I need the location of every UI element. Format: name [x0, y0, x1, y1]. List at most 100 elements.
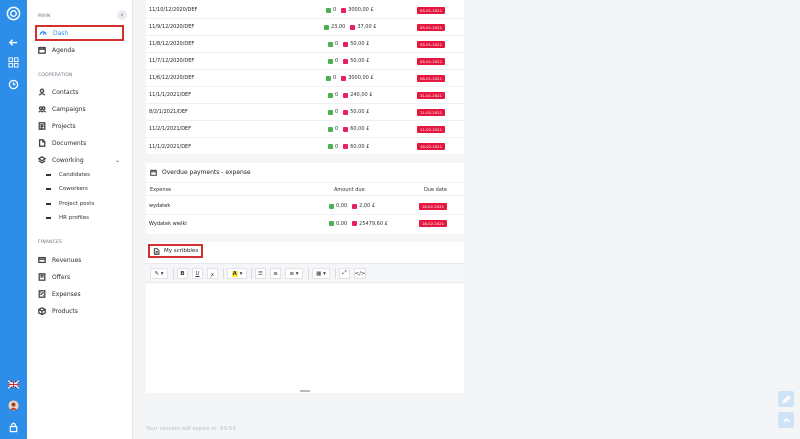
- table-row[interactable]: 11/10/12/2020/DEF 0 3000,00 £ 05-01-2021: [146, 2, 464, 19]
- uk-flag-icon[interactable]: [6, 377, 21, 392]
- sidebar-item-documents[interactable]: Documents: [36, 136, 124, 150]
- underline-button[interactable]: U: [192, 268, 203, 279]
- sidebar-item-products[interactable]: Products: [36, 304, 124, 318]
- sidebar-item-expenses[interactable]: Expenses: [36, 287, 124, 301]
- sidebar-item-offers[interactable]: Offers: [36, 270, 124, 284]
- campaigns-icon: [38, 106, 46, 113]
- note-icon: [153, 247, 160, 255]
- sidebar-item-label: Revenues: [52, 256, 82, 264]
- sidebar-item-label: Coworkers: [59, 186, 88, 192]
- magic-style-button[interactable]: ✎ ▾: [150, 268, 168, 279]
- revenues-icon: [38, 256, 46, 264]
- dashboard-gauge-icon: [39, 31, 47, 35]
- sidebar-item-label: Offers: [52, 273, 71, 281]
- sidebar-item-contacts[interactable]: Contacts: [36, 85, 124, 99]
- table-row[interactable]: 11/9/12/2020/DEF 23,00 37,00 £ 05-01-2021: [146, 19, 464, 36]
- sidebar-item-label: Expenses: [52, 290, 81, 298]
- scribbles-card: My scribbles ✎ ▾ B U ꭗ A ▾ ☰ ≡ ≡ ▾ ▦ ▾ ⤢…: [146, 242, 464, 393]
- due-date-badge: 11-02-2021: [417, 125, 445, 133]
- clear-format-button[interactable]: ꭗ: [207, 268, 218, 279]
- table-button[interactable]: ▦ ▾: [312, 268, 330, 279]
- session-timer: Your session will expire in: 59:53: [146, 426, 236, 432]
- icon-rail: [0, 0, 27, 439]
- documents-icon: [38, 139, 46, 147]
- back-arrow-icon[interactable]: [6, 35, 21, 50]
- edit-float-button[interactable]: [778, 391, 794, 407]
- edit-icon: [782, 394, 791, 403]
- chevron-down-icon: ⌄: [114, 156, 120, 164]
- table-row[interactable]: 11/1/2/2021/DEF 0 60,00 £ 18-02-2021: [146, 138, 464, 155]
- due-date-badge: 05-01-2021: [417, 6, 445, 14]
- table-row[interactable]: 11/2/1/2021/DEF 0 60,00 £ 11-02-2021: [146, 121, 464, 138]
- sidebar-item-campaigns[interactable]: Campaigns: [36, 102, 124, 116]
- sidebar-subitem-hr-profiles[interactable]: HR profiles: [46, 215, 89, 221]
- code-view-button[interactable]: </>: [354, 268, 366, 279]
- section-title-main: MAIN: [38, 14, 51, 19]
- payments-income-card: 11/10/12/2020/DEF 0 3000,00 £ 05-01-2021 …: [146, 0, 464, 154]
- bold-button[interactable]: B: [177, 268, 188, 279]
- chevron-up-icon: [782, 417, 790, 422]
- table-row[interactable]: 11/8/12/2020/DEF 0 50,00 £ 05-01-2021: [146, 36, 464, 53]
- editor-toolbar: ✎ ▾ B U ꭗ A ▾ ☰ ≡ ≡ ▾ ▦ ▾ ⤢ </>: [146, 263, 464, 283]
- sidebar-item-dash[interactable]: Dash: [35, 25, 124, 41]
- lock-icon[interactable]: [6, 420, 21, 435]
- calendar-icon: [150, 169, 157, 176]
- section-title-finances: FINANCES: [38, 240, 63, 245]
- section-title-cooperation: COOPERATION: [38, 73, 73, 78]
- contacts-icon: [38, 88, 46, 96]
- table-row[interactable]: wydatek 0,00 2,00 £ 18-02-2021: [146, 198, 464, 215]
- due-date-badge: 05-01-2021: [417, 57, 445, 65]
- card-title: Overdue payments - expense: [150, 169, 251, 176]
- sidebar-item-coworking[interactable]: Coworking ⌄: [36, 153, 124, 167]
- sidebar-item-revenues[interactable]: Revenues: [36, 253, 124, 267]
- due-date-badge: 18-02-2021: [419, 202, 447, 210]
- sidebar-item-agenda[interactable]: Agenda: [36, 43, 124, 57]
- avatar[interactable]: [6, 398, 21, 413]
- sidebar-item-label: HR profiles: [59, 215, 89, 221]
- due-date-badge: 31-01-2021: [417, 91, 445, 99]
- sidebar-item-label: Campaigns: [52, 105, 86, 113]
- table-row[interactable]: 11/7/12/2020/DEF 0 50,00 £ 05-01-2021: [146, 53, 464, 70]
- scroll-top-button[interactable]: [778, 412, 794, 428]
- calendar-icon: [38, 46, 46, 54]
- scribbles-editor[interactable]: [146, 283, 464, 387]
- collapse-sidebar-button[interactable]: ‹: [117, 10, 127, 20]
- table-header: Expense Amount due Due date: [146, 182, 464, 196]
- due-date-badge: 11-02-2021: [417, 108, 445, 116]
- sidebar-subitem-candidates[interactable]: Candidates: [46, 172, 90, 178]
- sidebar-subitem-coworkers[interactable]: Coworkers: [46, 186, 88, 192]
- due-date-badge: 05-01-2021: [417, 23, 445, 31]
- resize-handle[interactable]: [300, 390, 310, 392]
- logo-icon[interactable]: [5, 5, 21, 21]
- overdue-expense-card: Overdue payments - expense Expense Amoun…: [146, 163, 464, 234]
- numbered-list-button[interactable]: ≡: [270, 268, 281, 279]
- expenses-icon: [38, 290, 46, 298]
- due-date-badge: 18-02-2021: [419, 220, 447, 227]
- text-color-button[interactable]: A ▾: [227, 268, 247, 279]
- offers-icon: [38, 273, 46, 281]
- sidebar-item-label: Contacts: [52, 88, 79, 96]
- history-icon[interactable]: [6, 77, 21, 92]
- fullscreen-button[interactable]: ⤢: [339, 268, 350, 279]
- bullet-list-button[interactable]: ☰: [255, 268, 266, 279]
- due-date-badge: 05-01-2021: [417, 40, 445, 48]
- projects-icon: [38, 122, 46, 130]
- sidebar-item-label: Projects: [52, 122, 76, 130]
- sidebar-item-label: Agenda: [52, 46, 75, 54]
- table-row[interactable]: 8/2/1/2021/DEF 0 50,00 £ 11-02-2021: [146, 104, 464, 121]
- sidebar-subitem-project-posts[interactable]: Project posts: [46, 201, 94, 207]
- sidebar-item-label: Documents: [52, 139, 87, 147]
- sidebar-item-label: Coworking: [52, 156, 84, 164]
- sidebar-item-label: Candidates: [59, 172, 90, 178]
- table-row[interactable]: 11/6/12/2020/DEF 0 3000,00 £ 08-01-2021: [146, 70, 464, 87]
- due-date-badge: 18-02-2021: [417, 143, 445, 150]
- table-row[interactable]: 11/1/1/2021/DEF 0 240,00 £ 31-01-2021: [146, 87, 464, 104]
- box-icon: [38, 307, 46, 315]
- table-row[interactable]: Wydatek wielki 0,00 25479,60 £ 18-02-2021: [146, 215, 464, 232]
- align-button[interactable]: ≡ ▾: [285, 268, 303, 279]
- grid-icon[interactable]: [6, 55, 21, 70]
- sidebar-item-projects[interactable]: Projects: [36, 119, 124, 133]
- sidebar-item-label: Products: [52, 307, 78, 315]
- sidebar-item-label: Project posts: [59, 201, 95, 207]
- due-date-badge: 08-01-2021: [417, 74, 445, 82]
